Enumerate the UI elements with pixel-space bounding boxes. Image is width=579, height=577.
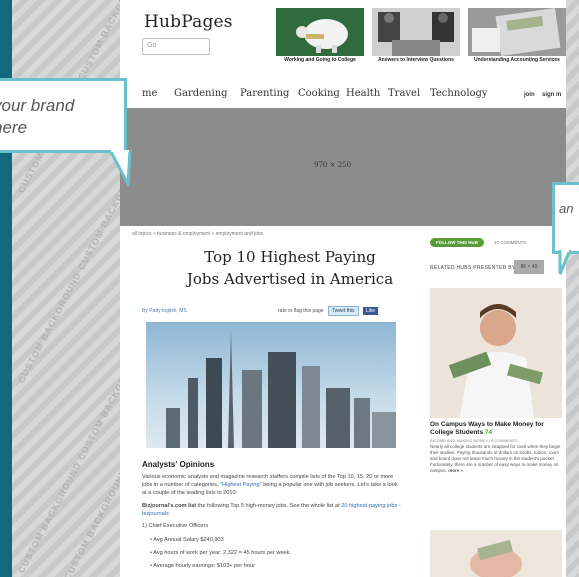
featured-caption[interactable]: Understanding Accounting Services: [468, 57, 566, 63]
title-line-2: Jobs Advertised in America: [186, 270, 394, 288]
hubpages-logo[interactable]: HubPages: [144, 12, 233, 32]
calculator-image: [468, 8, 566, 56]
list-item: • Avg hours of work per year: 2,322 = 45…: [150, 550, 292, 556]
hubpages-site: HubPages Go Working and Going to College…: [120, 0, 566, 577]
sidebar: FOLLOW THIS HUB 37 COMMENTS RELATED HUBS…: [422, 230, 566, 577]
ad-callout: an: [552, 182, 579, 254]
nav-item-travel[interactable]: Travel: [388, 88, 420, 99]
related-hub-title[interactable]: On Campus Ways to Make Money for College…: [430, 421, 562, 437]
interview-image: [372, 8, 460, 56]
highest-paying-link[interactable]: Highest Paying: [222, 482, 260, 488]
featured-caption[interactable]: Answers to Interview Questions: [372, 57, 460, 63]
ad-callout-text: an: [559, 201, 574, 216]
nav-item-health[interactable]: Health: [346, 88, 380, 99]
more-link[interactable]: more »: [448, 468, 463, 473]
comments-link[interactable]: 37 COMMENTS: [494, 240, 527, 245]
related-hub-excerpt: Nearly all college students are strapped…: [430, 444, 561, 473]
brand-callout: your brand here: [0, 78, 127, 153]
featured-thumb-interview[interactable]: [372, 8, 460, 56]
hub-score: 74: [484, 429, 493, 436]
paragraph-2: Bizjournal's.com list the following Top …: [142, 503, 401, 517]
breadcrumb[interactable]: all topics » business & employment » emp…: [132, 231, 263, 237]
related-hub-photo-2[interactable]: [430, 530, 562, 577]
list-heading: 1) Chief Executive Officers: [142, 523, 209, 529]
tweet-button[interactable]: Tweet this: [327, 306, 359, 316]
brand-callout-text: your brand here: [0, 96, 75, 137]
author-link[interactable]: By Patty Inglish, MS: [142, 308, 187, 314]
list-item: • Average hourly earnings: $103+ per hou…: [150, 563, 255, 569]
section-heading: Analysts' Opinions: [142, 460, 215, 469]
nav-item-cooking[interactable]: Cooking: [298, 88, 340, 99]
piggy-bank-image: [276, 8, 364, 56]
signin-link[interactable]: sign in: [542, 92, 561, 98]
skyline-photo: [146, 322, 396, 448]
callout-pointer: [558, 250, 572, 275]
custom-background-right: [566, 0, 579, 577]
share-actions: rate or flag this page Tweet this Like: [278, 306, 379, 316]
list-item: • Avg Annual Salary $240,903: [150, 537, 224, 543]
follow-hub-button[interactable]: FOLLOW THIS HUB: [430, 238, 484, 247]
search-input[interactable]: Go: [142, 38, 210, 55]
featured-thumb-accounting[interactable]: [468, 8, 566, 56]
title-line-1: Top 10 Highest Paying: [204, 248, 376, 266]
nav-item-gardening[interactable]: Gardening: [174, 88, 228, 99]
featured-caption[interactable]: Working and Going to College: [276, 57, 364, 63]
rate-flag-link[interactable]: rate or flag this page: [278, 308, 324, 314]
callout-pointer: [108, 150, 132, 186]
related-hubs-label: RELATED HUBS PRESENTED BY: [430, 265, 516, 271]
bullet-list: • Avg Annual Salary $240,903 • Avg hours…: [150, 536, 291, 570]
sponsor-ad-box[interactable]: 80 × 40: [514, 260, 544, 274]
related-hub-meta: INCOME AND MAKING MONEY | 8 COMMENTS: [430, 438, 518, 443]
nav-item-parenting[interactable]: Parenting: [240, 88, 289, 99]
paragraph-1: Various economic analysts and magazine r…: [142, 474, 398, 496]
ad-size-label: 970 × 250: [314, 161, 352, 169]
page-title: Top 10 Highest Paying Jobs Advertised in…: [140, 246, 440, 290]
student-photo[interactable]: [430, 288, 562, 418]
featured-thumb-college[interactable]: [276, 8, 364, 56]
topic-navigation: me Gardening Parenting Cooking Health Tr…: [120, 82, 566, 108]
like-button[interactable]: Like: [362, 307, 379, 315]
nav-item-technology[interactable]: Technology: [430, 88, 488, 99]
nav-item-home[interactable]: me: [142, 88, 157, 99]
join-link[interactable]: join: [524, 92, 535, 98]
